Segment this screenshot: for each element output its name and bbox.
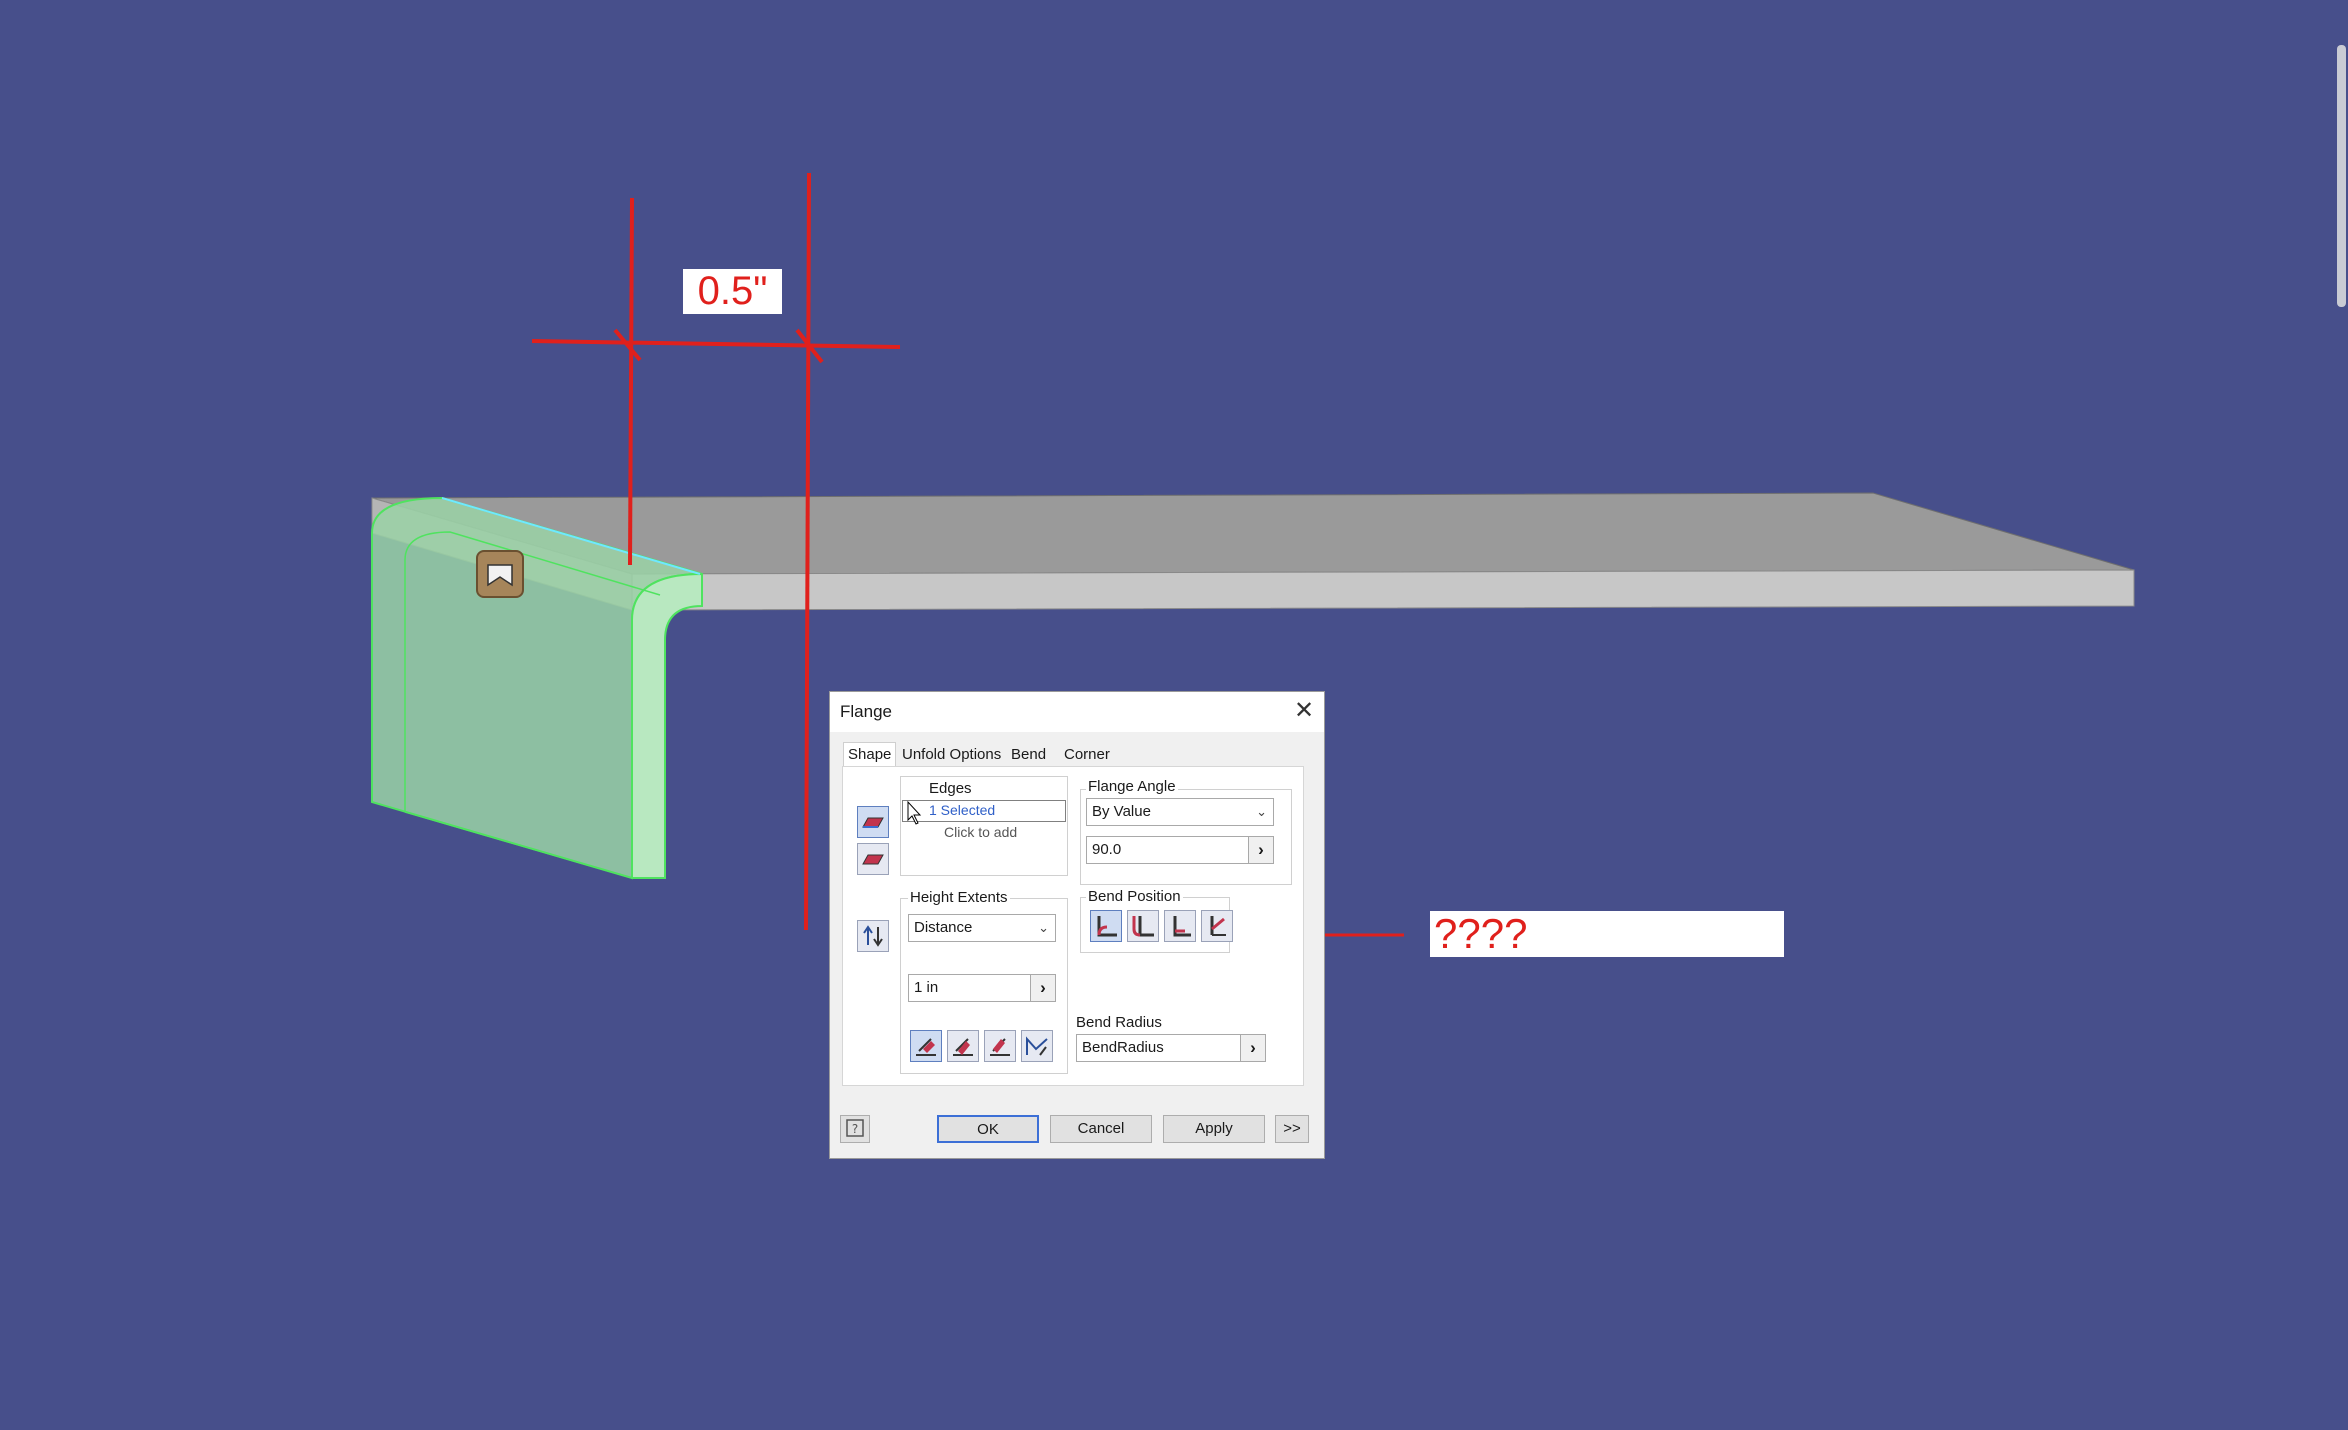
height-distance-arrow-button[interactable]: › [1030, 975, 1055, 1001]
flange-outer-face [631, 572, 703, 879]
tab-unfold-options[interactable]: Unfold Options [897, 742, 1006, 768]
edges-selected-text: 1 Selected [929, 802, 996, 818]
ok-button[interactable]: OK [937, 1115, 1039, 1143]
height-datum-icon-4 [1026, 1036, 1048, 1056]
height-datum-button-3[interactable] [984, 1030, 1016, 1062]
more-options-button[interactable]: >> [1275, 1115, 1309, 1143]
edges-label: Edges [929, 780, 972, 797]
flip-direction-icon [863, 925, 883, 947]
bend-position-inside-button[interactable] [1090, 910, 1122, 942]
flip-direction-button[interactable] [857, 920, 889, 952]
edges-click-to-add[interactable]: Click to add [944, 824, 1017, 840]
loop-select-button[interactable] [857, 843, 889, 875]
bend-adjacent-icon [1173, 916, 1191, 937]
height-extents-mode: Distance [914, 919, 973, 936]
height-datum-icon-3 [990, 1038, 1010, 1056]
flange-angle-value: 90.0 [1092, 841, 1122, 858]
bend-radius-label: Bend Radius [1076, 1014, 1162, 1031]
chevron-down-icon: ⌄ [1038, 920, 1049, 935]
bend-radius-input[interactable]: BendRadius › [1076, 1034, 1266, 1062]
height-extents-dropdown[interactable]: Distance ⌄ [908, 914, 1056, 942]
viewport-scrollbar-thumb[interactable] [2337, 45, 2346, 307]
cancel-button[interactable]: Cancel [1050, 1115, 1152, 1143]
bend-radius-value: BendRadius [1082, 1039, 1164, 1056]
close-button[interactable]: ✕ [1290, 698, 1318, 726]
flange-glyph-icon[interactable] [476, 550, 524, 598]
bend-position-adjacent-button[interactable] [1164, 910, 1196, 942]
flange-angle-mode: By Value [1092, 803, 1151, 820]
bend-radius-arrow-button[interactable]: › [1240, 1035, 1265, 1061]
height-datum-icon-1 [916, 1038, 936, 1056]
flange-angle-label: Flange Angle [1086, 778, 1178, 795]
plate-front-face [631, 569, 2135, 611]
question-label: ???? [1430, 911, 1784, 957]
bend-position-label: Bend Position [1086, 888, 1183, 905]
height-extents-label: Height Extents [908, 889, 1010, 906]
height-distance-input[interactable]: 1 in › [908, 974, 1056, 1002]
height-datum-icon-2 [953, 1038, 973, 1056]
height-datum-button-4[interactable] [1021, 1030, 1053, 1062]
bend-outside-icon [1132, 916, 1154, 937]
bend-tangent-icon [1210, 916, 1226, 936]
height-datum-button-2[interactable] [947, 1030, 979, 1062]
help-button[interactable]: ? [840, 1115, 870, 1143]
dialog-titlebar[interactable]: Flange ✕ [830, 692, 1324, 732]
height-distance-value: 1 in [914, 979, 939, 996]
bend-position-tangent-button[interactable] [1201, 910, 1233, 942]
dimension-label: 0.5" [683, 269, 782, 314]
edge-select-icon [862, 817, 884, 828]
chevron-down-icon: ⌄ [1256, 804, 1267, 819]
tab-corner[interactable]: Corner [1059, 742, 1115, 768]
bend-inside-icon [1097, 916, 1117, 937]
loop-select-icon [862, 854, 884, 865]
bend-position-outside-button[interactable] [1127, 910, 1159, 942]
flange-angle-dropdown[interactable]: By Value ⌄ [1086, 798, 1274, 826]
help-icon: ? [846, 1119, 864, 1137]
edge-select-button[interactable] [857, 806, 889, 838]
dialog-title: Flange [840, 702, 892, 721]
flange-dialog: Flange ✕ Shape Unfold Options Bend Corne… [829, 691, 1325, 1159]
flange-angle-arrow-button[interactable]: › [1248, 837, 1273, 863]
tab-bend[interactable]: Bend [1006, 742, 1051, 768]
flange-angle-input[interactable]: 90.0 › [1086, 836, 1274, 864]
svg-text:?: ? [852, 1122, 858, 1136]
apply-button[interactable]: Apply [1163, 1115, 1265, 1143]
tab-shape[interactable]: Shape [843, 742, 897, 767]
height-datum-button-1[interactable] [910, 1030, 942, 1062]
